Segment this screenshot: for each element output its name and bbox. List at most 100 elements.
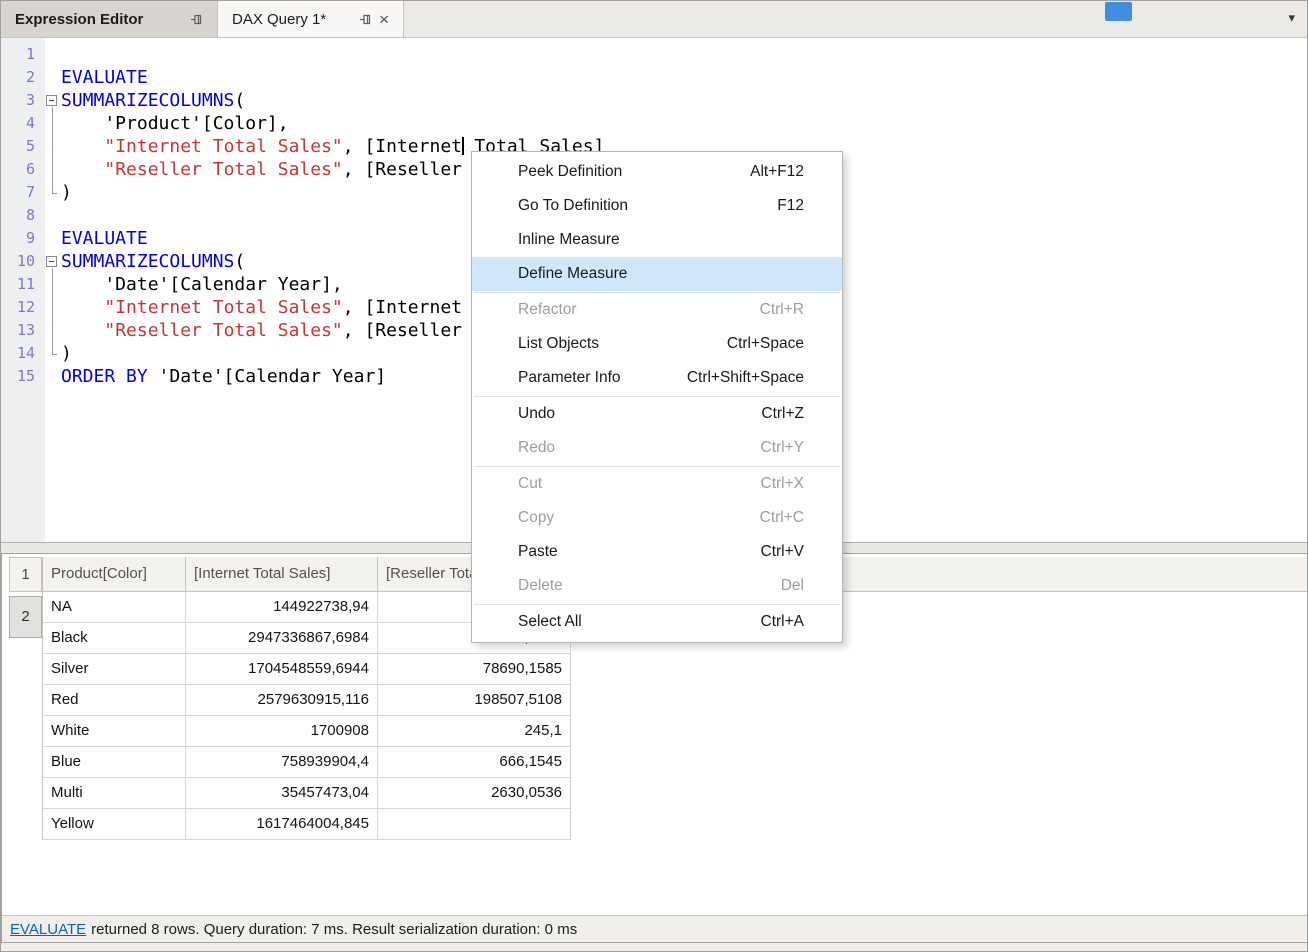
table-row: Red2579630915,116198507,5108: [43, 685, 1308, 716]
code-token: ): [61, 182, 72, 203]
cell-product-color[interactable]: Yellow: [43, 809, 186, 840]
menu-item-list-objects[interactable]: List ObjectsCtrl+Space: [472, 327, 842, 361]
cell-internet-total-sales[interactable]: 1617464004,845: [186, 809, 378, 840]
status-message: returned 8 rows. Query duration: 7 ms. R…: [91, 921, 577, 938]
cell-reseller-total-sales[interactable]: 78690,1585: [378, 654, 571, 685]
line-number: 10: [1, 250, 45, 273]
pin-icon[interactable]: [359, 13, 372, 26]
code-token: 'Date'[Calendar Year]: [148, 366, 386, 387]
result-set-gutter-1[interactable]: 1: [9, 557, 42, 592]
tab-expression-editor[interactable]: Expression Editor: [1, 1, 218, 37]
menu-item-delete: DeleteDel: [472, 569, 842, 603]
menu-item-shortcut: Ctrl+A: [761, 613, 805, 631]
close-icon[interactable]: ×: [379, 11, 389, 28]
menu-item-label: Define Measure: [518, 265, 627, 283]
code-token: [61, 159, 104, 180]
evaluate-link[interactable]: EVALUATE: [10, 921, 86, 938]
cell-internet-total-sales[interactable]: 758939904,4: [186, 747, 378, 778]
app-window: Expression Editor DAX Query 1* ×: [0, 0, 1308, 952]
menu-item-shortcut: Ctrl+Z: [761, 405, 804, 423]
code-token: (: [234, 251, 245, 272]
cell-product-color[interactable]: Multi: [43, 778, 186, 809]
cell-reseller-total-sales[interactable]: [378, 809, 571, 840]
string-token: "Reseller Total Sales": [104, 159, 342, 180]
context-menu: Peek DefinitionAlt+F12Go To DefinitionF1…: [471, 151, 843, 643]
fold-end: [52, 354, 57, 355]
line-number: 9: [1, 227, 45, 250]
string-token: "Reseller Total Sales": [104, 320, 342, 341]
pin-icon[interactable]: [190, 13, 203, 26]
menu-item-peek-definition[interactable]: Peek DefinitionAlt+F12: [472, 155, 842, 189]
line-number: 7: [1, 181, 45, 204]
code-token: (: [234, 90, 245, 111]
menu-item-select-all[interactable]: Select All Ctrl+A: [472, 605, 842, 639]
line-number: 1: [1, 43, 45, 66]
cell-internet-total-sales[interactable]: 1704548559,6944: [186, 654, 378, 685]
cell-internet-total-sales[interactable]: 1700908: [186, 716, 378, 747]
code-token: 'Date'[Calendar Year],: [61, 274, 343, 295]
cell-internet-total-sales[interactable]: 2579630915,116: [186, 685, 378, 716]
fold-collapse-toggle-icon[interactable]: [46, 256, 57, 267]
menu-item-shortcut: Alt+F12: [750, 163, 804, 181]
line-number: 6: [1, 158, 45, 181]
keyword-token: ORDER BY: [61, 366, 148, 387]
menu-item-label: List Objects: [518, 335, 599, 353]
line-number: 14: [1, 342, 45, 365]
tab-dax-query-1[interactable]: DAX Query 1* ×: [218, 1, 404, 37]
chevron-down-icon[interactable]: ▾: [1288, 10, 1295, 26]
menu-item-inline-measure[interactable]: Inline Measure: [472, 223, 842, 257]
menu-item-shortcut: Ctrl+R: [760, 301, 804, 319]
code-token: , [Internet: [343, 136, 462, 157]
menu-item-go-to-definition[interactable]: Go To DefinitionF12: [472, 189, 842, 223]
cell-internet-total-sales[interactable]: 35457473,04: [186, 778, 378, 809]
code-token: [61, 136, 104, 157]
line-number: 4: [1, 112, 45, 135]
cell-product-color[interactable]: Black: [43, 623, 186, 654]
cell-product-color[interactable]: NA: [43, 592, 186, 623]
fold-end: [52, 193, 57, 194]
menu-item-copy: CopyCtrl+C: [472, 501, 842, 535]
table-row: Silver1704548559,694478690,1585: [43, 654, 1308, 685]
cell-reseller-total-sales[interactable]: 198507,5108: [378, 685, 571, 716]
menu-item-paste[interactable]: PasteCtrl+V: [472, 535, 842, 569]
column-header[interactable]: Product[Color]: [43, 557, 186, 592]
cell-internet-total-sales[interactable]: 144922738,94: [186, 592, 378, 623]
menu-item-undo[interactable]: Undo Ctrl+Z: [472, 397, 842, 431]
cell-internet-total-sales[interactable]: 2947336867,6984: [186, 623, 378, 654]
menu-item-shortcut: Ctrl+X: [761, 475, 805, 493]
code-line[interactable]: EVALUATE: [61, 66, 1307, 89]
menu-item-shortcut: Ctrl+Y: [761, 439, 805, 457]
menu-item-label: Select All: [518, 613, 582, 631]
code-line[interactable]: SUMMARIZECOLUMNS(: [61, 89, 1307, 112]
menu-item-label: Cut: [518, 475, 542, 493]
blue-toolbar-icon[interactable]: [1105, 2, 1132, 21]
cell-product-color[interactable]: White: [43, 716, 186, 747]
tab-icon-group: ×: [359, 11, 389, 28]
cell-product-color[interactable]: Silver: [43, 654, 186, 685]
code-line[interactable]: [61, 43, 1307, 66]
menu-item-define-measure[interactable]: Define Measure: [472, 257, 842, 291]
keyword-token: SUMMARIZECOLUMNS: [61, 251, 234, 272]
document-tab-bar: Expression Editor DAX Query 1* ×: [1, 1, 1307, 38]
status-bar: EVALUATE returned 8 rows. Query duration…: [2, 915, 1308, 942]
column-header[interactable]: [Internet Total Sales]: [186, 557, 378, 592]
code-token: ): [61, 343, 72, 364]
cell-product-color[interactable]: Red: [43, 685, 186, 716]
code-token: [61, 297, 104, 318]
cell-reseller-total-sales[interactable]: 245,1: [378, 716, 571, 747]
code-line[interactable]: 'Product'[Color],: [61, 112, 1307, 135]
line-number: 5: [1, 135, 45, 158]
menu-item-label: Inline Measure: [518, 231, 620, 249]
cell-reseller-total-sales[interactable]: 666,1545: [378, 747, 571, 778]
line-number-gutter: 123456789101112131415: [1, 38, 45, 542]
menu-item-parameter-info[interactable]: Parameter InfoCtrl+Shift+Space: [472, 361, 842, 395]
menu-item-label: Redo: [518, 439, 555, 457]
cell-reseller-total-sales[interactable]: 2630,0536: [378, 778, 571, 809]
line-number: 3: [1, 89, 45, 112]
tab-dax-query-1-label: DAX Query 1*: [232, 11, 326, 28]
menu-item-shortcut: Ctrl+C: [760, 509, 804, 527]
fold-collapse-toggle-icon[interactable]: [46, 95, 57, 106]
cell-product-color[interactable]: Blue: [43, 747, 186, 778]
menu-item-label: Undo: [518, 405, 555, 423]
result-set-gutter-2[interactable]: 2: [9, 596, 42, 638]
